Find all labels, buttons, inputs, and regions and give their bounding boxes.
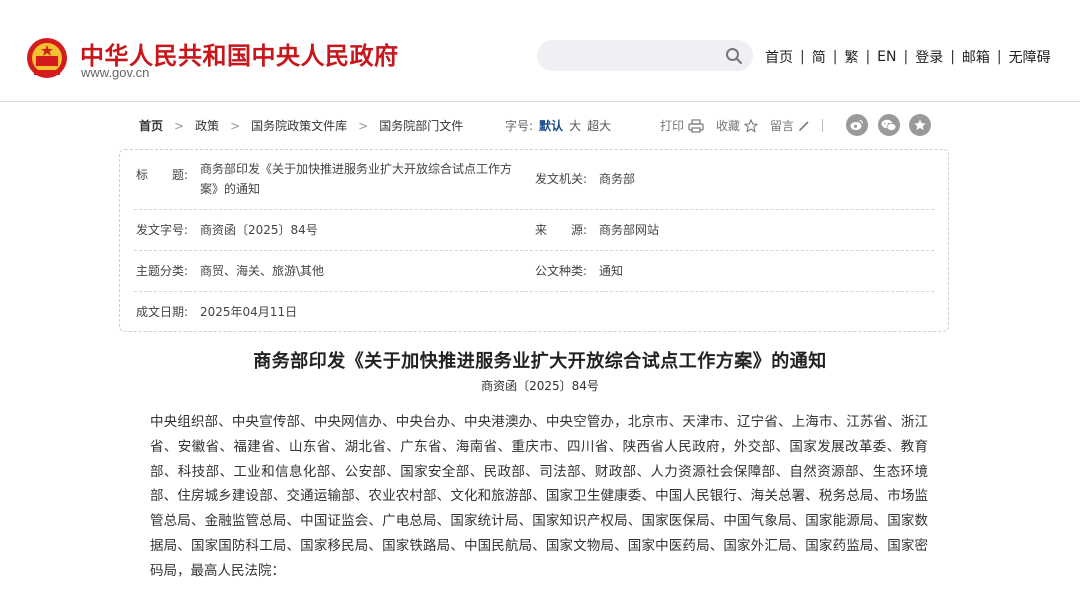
font-size-label: 字号: xyxy=(505,119,534,133)
title-value-line1: 商务部印发《关于加快推进服务业扩大开放综合试点工作方 xyxy=(200,162,513,176)
breadcrumb-home[interactable]: 首页 xyxy=(139,117,163,134)
chevron-right-icon: > xyxy=(174,118,185,133)
title-value: 商务部印发《关于加快推进服务业扩大开放综合试点工作方 案》的通知 xyxy=(200,159,540,199)
print-button[interactable]: 打印 xyxy=(660,117,704,134)
article-doc-number: 商资函〔2025〕84号 xyxy=(481,379,599,393)
breadcrumb-policy-library[interactable]: 国务院政策文件库 xyxy=(251,117,347,134)
title-value-line2: 案》的通知 xyxy=(200,182,261,196)
chevron-right-icon: > xyxy=(230,118,241,133)
row-divider xyxy=(134,209,934,210)
topic-label: 主题分类: xyxy=(136,264,189,278)
search-icon[interactable] xyxy=(725,47,743,65)
breadcrumb-department-files[interactable]: 国务院部门文件 xyxy=(379,117,463,134)
nav-traditional[interactable]: 繁 xyxy=(844,47,858,67)
nav-accessibility[interactable]: 无障碍 xyxy=(1009,47,1051,67)
doc-no-value: 商资函〔2025〕84号 xyxy=(200,223,318,237)
issuer-label: 发文机关: xyxy=(535,172,588,186)
nav-mailbox[interactable]: 邮箱 xyxy=(962,47,990,67)
font-size-default[interactable]: 默认 xyxy=(539,119,563,133)
wechat-icon[interactable] xyxy=(878,114,900,136)
font-size-selector: 字号: 默认大超大 xyxy=(505,117,611,134)
site-url: www.gov.cn xyxy=(81,65,150,80)
nav-english[interactable]: EN xyxy=(877,49,896,65)
title-label: 标 题: xyxy=(136,168,189,182)
print-label: 打印 xyxy=(660,119,685,133)
topic-value: 商贸、海关、旅游\其他 xyxy=(200,264,325,278)
comment-label: 留言 xyxy=(770,119,795,133)
weibo-icon[interactable] xyxy=(846,114,868,136)
date-label: 成文日期: xyxy=(136,305,189,319)
top-nav: 首页 | 简 | 繁 | EN | 登录 | 邮箱 | 无障碍 xyxy=(765,47,1051,67)
printer-icon xyxy=(688,118,704,133)
search-input[interactable] xyxy=(537,40,753,71)
breadcrumb-policy[interactable]: 政策 xyxy=(195,117,219,134)
row-divider xyxy=(134,250,934,251)
font-size-large[interactable]: 大 xyxy=(569,119,581,133)
source-value: 商务部网站 xyxy=(599,223,660,237)
doc-type-value: 通知 xyxy=(599,264,624,278)
nav-separator: | xyxy=(996,49,1002,65)
tools-divider xyxy=(822,119,824,132)
comment-button[interactable]: 留言 xyxy=(770,117,810,134)
star-icon xyxy=(744,118,759,133)
chevron-right-icon: > xyxy=(358,118,369,133)
nav-separator: | xyxy=(832,49,838,65)
collect-share-icon[interactable] xyxy=(909,114,931,136)
site-header: 中华人民共和国中央人民政府 www.gov.cn 首页 | 简 | 繁 | EN | 登… xyxy=(0,0,1080,102)
article-body: 中央组织部、中央宣传部、中央网信办、中央台办、中央港澳办、中央空管办，北京市、天… xyxy=(150,414,928,579)
favorite-button[interactable]: 收藏 xyxy=(716,117,759,134)
doc-type-label: 公文种类: xyxy=(535,264,588,278)
nav-login[interactable]: 登录 xyxy=(915,47,943,67)
nav-separator: | xyxy=(800,49,805,65)
document-info-box: 标 题: 商务部印发《关于加快推进服务业扩大开放综合试点工作方 案》的通知 发文… xyxy=(119,149,949,332)
nav-separator: | xyxy=(865,49,871,65)
article-title: 商务部印发《关于加快推进服务业扩大开放综合试点工作方案》的通知 xyxy=(253,351,827,372)
breadcrumb: 首页 > 政策 > 国务院政策文件库 > 国务院部门文件 xyxy=(139,117,463,134)
national-emblem-icon[interactable] xyxy=(26,36,68,80)
source-label: 来 源: xyxy=(535,223,588,237)
favorite-label: 收藏 xyxy=(716,119,741,133)
font-size-xlarge[interactable]: 超大 xyxy=(587,119,611,133)
date-value: 2025年04月11日 xyxy=(200,305,298,319)
nav-home[interactable]: 首页 xyxy=(765,47,793,67)
article-tools: 打印 收藏 留言 xyxy=(660,117,841,134)
issuer-value: 商务部 xyxy=(599,172,636,186)
pencil-icon xyxy=(799,120,809,131)
nav-simplified[interactable]: 简 xyxy=(812,47,826,67)
nav-separator: | xyxy=(950,49,955,65)
doc-no-label: 发文字号: xyxy=(136,223,189,237)
nav-separator: | xyxy=(903,49,909,65)
row-divider xyxy=(134,291,934,292)
